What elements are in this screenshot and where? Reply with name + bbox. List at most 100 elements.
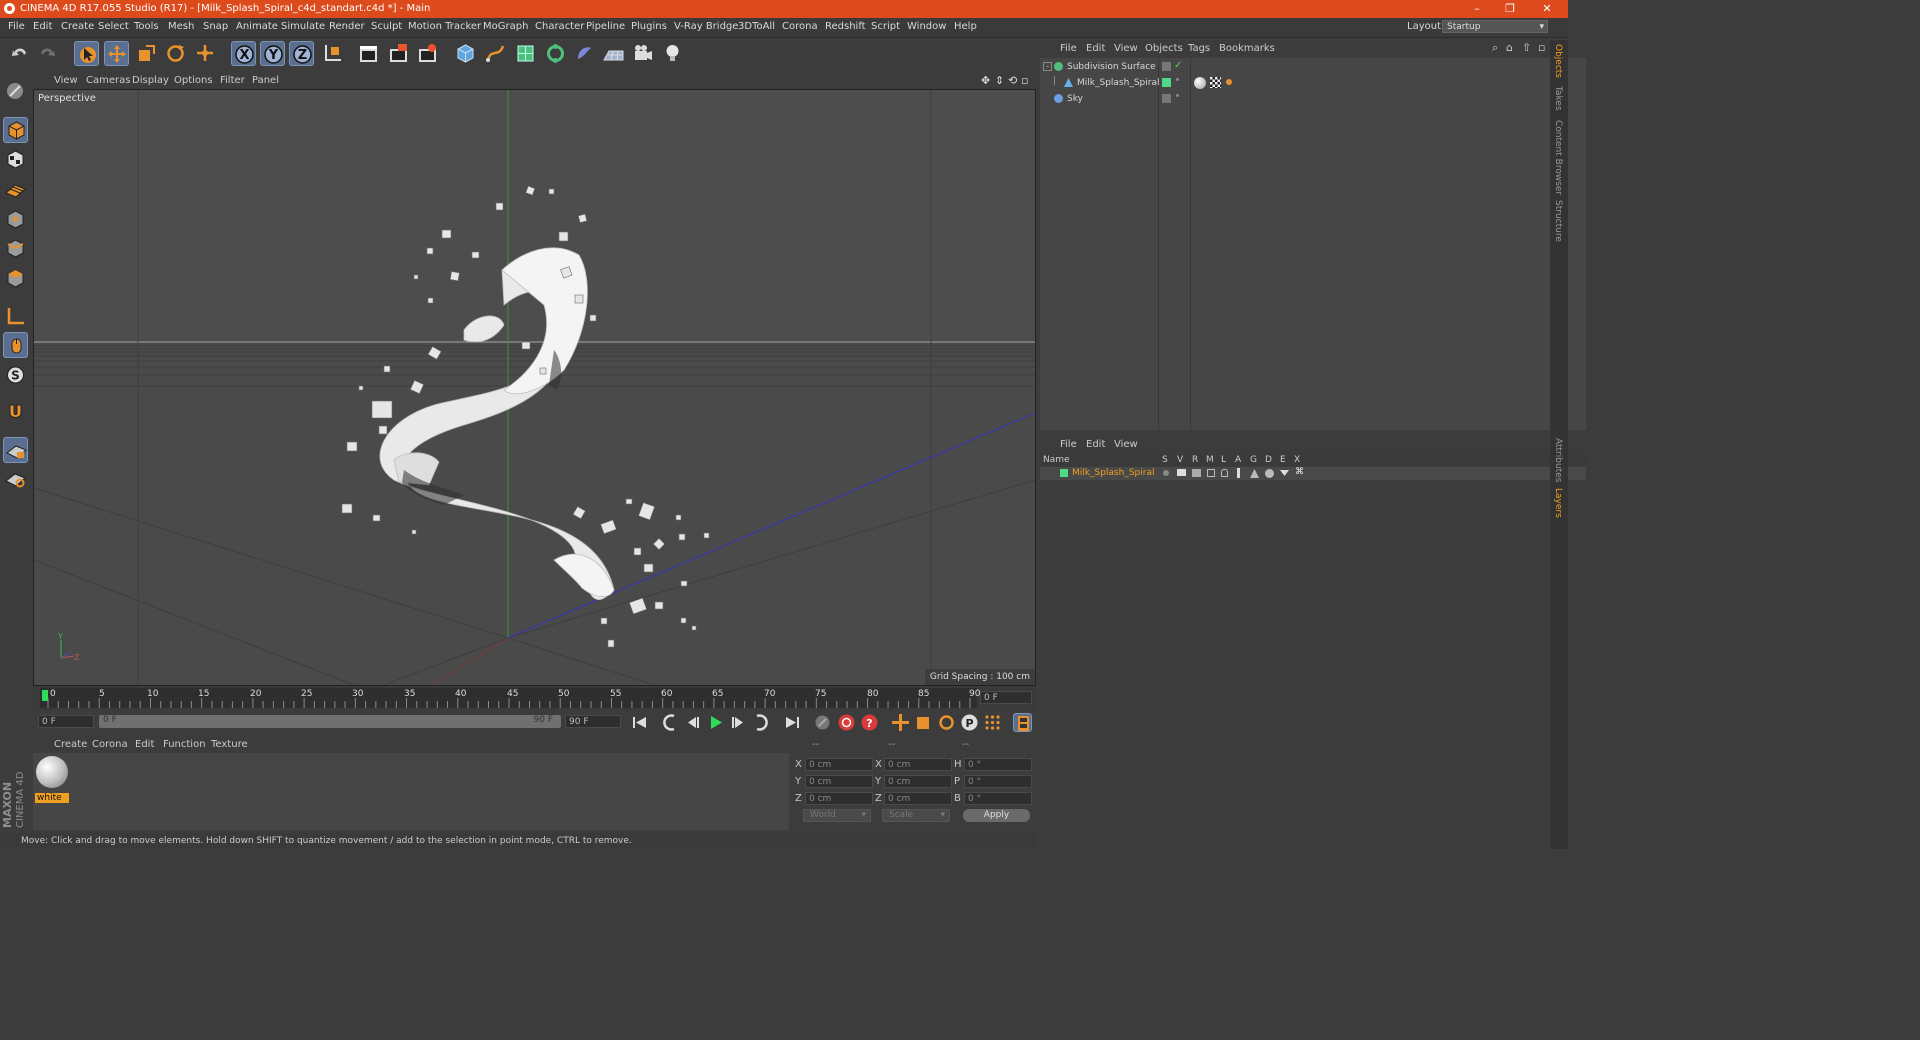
material-white[interactable]: white xyxy=(35,755,69,803)
material-menu-texture[interactable]: Texture xyxy=(211,739,248,750)
playhead[interactable] xyxy=(42,690,48,701)
add-camera-button[interactable] xyxy=(631,41,656,66)
viewport-menu-filter[interactable]: Filter xyxy=(220,75,245,86)
position-x-field[interactable]: 0 cm xyxy=(805,758,873,771)
layer-menu-file[interactable]: File xyxy=(1060,439,1077,450)
key-scale-button[interactable] xyxy=(914,713,933,732)
object-list[interactable]: – Subdivision Surface ✓ Milk_Splash_Spir… xyxy=(1040,58,1586,430)
tab-structure[interactable]: Structure xyxy=(1553,200,1563,242)
workplane-mode-button[interactable] xyxy=(3,176,28,202)
frame-range-slider[interactable]: 0 F 90 F xyxy=(99,715,561,728)
x-axis-toggle[interactable]: X xyxy=(231,41,256,66)
minimize-button[interactable]: – xyxy=(1462,1,1492,17)
column-locked[interactable]: L xyxy=(1221,455,1226,465)
material-menu-corona[interactable]: Corona xyxy=(92,739,128,750)
solo-icon[interactable] xyxy=(1163,470,1169,476)
layout-select[interactable]: Startup ▾ xyxy=(1442,20,1548,33)
menu-corona[interactable]: Corona xyxy=(782,21,818,32)
close-button[interactable]: ✕ xyxy=(1532,1,1562,17)
menu-mesh[interactable]: Mesh xyxy=(168,21,194,32)
rotation-p-field[interactable]: 0 ° xyxy=(964,775,1032,788)
add-light-button[interactable] xyxy=(660,41,685,66)
timeline-ruler[interactable]: 0 5 10 15 20 25 30 35 40 45 50 55 60 65 … xyxy=(40,688,980,708)
next-key-button[interactable] xyxy=(752,713,771,732)
snap-button[interactable]: S xyxy=(3,362,28,388)
deformer-icon[interactable] xyxy=(1265,469,1274,478)
size-y-field[interactable]: 0 cm xyxy=(884,775,952,788)
transform-tool-button[interactable] xyxy=(193,41,218,66)
layer-menu-view[interactable]: View xyxy=(1114,439,1138,450)
menu-plugins[interactable]: Plugins xyxy=(631,21,667,32)
scale-tool-button[interactable] xyxy=(134,41,159,66)
locked-workplane-button[interactable] xyxy=(3,437,28,463)
viewport-menu-cameras[interactable]: Cameras xyxy=(86,75,130,86)
timeline-window-button[interactable] xyxy=(1013,713,1032,732)
material-manager[interactable]: white xyxy=(33,753,789,830)
tab-content-browser[interactable]: Content Browser xyxy=(1553,120,1563,195)
rotate-view-icon[interactable]: ⟲ xyxy=(1008,74,1017,87)
tab-objects[interactable]: Objects xyxy=(1553,44,1563,78)
column-render[interactable]: R xyxy=(1192,455,1198,465)
menu-3dtoall[interactable]: 3DToAll xyxy=(738,21,775,32)
menu-mograph[interactable]: MoGraph xyxy=(483,21,528,32)
object-row-subdivision[interactable]: – Subdivision Surface ✓ xyxy=(1040,60,1586,76)
menu-create[interactable]: Create xyxy=(61,21,94,32)
add-floor-button[interactable] xyxy=(601,41,626,66)
end-frame-field[interactable]: 90 F xyxy=(565,715,621,728)
coordinate-system-button[interactable] xyxy=(320,41,345,66)
select-cursor-button[interactable] xyxy=(74,41,99,66)
menu-sculpt[interactable]: Sculpt xyxy=(371,21,402,32)
column-animation[interactable]: A xyxy=(1235,455,1241,465)
column-solo[interactable]: S xyxy=(1162,455,1168,465)
add-deformer-button[interactable] xyxy=(572,41,597,66)
maximize-view-icon[interactable]: ▫ xyxy=(1021,74,1028,87)
menu-character[interactable]: Character xyxy=(535,21,584,32)
layer-row[interactable]: Milk_Splash_Spiral ⌘ xyxy=(1040,467,1586,480)
search-icon[interactable]: ⌕ xyxy=(1492,41,1498,55)
render-settings-button[interactable] xyxy=(415,41,440,66)
maximize-icon[interactable]: ▫ xyxy=(1538,41,1545,54)
material-menu-edit[interactable]: Edit xyxy=(135,739,154,750)
rotate-tool-button[interactable] xyxy=(163,41,188,66)
menu-tools[interactable]: Tools xyxy=(134,21,159,32)
rotation-b-field[interactable]: 0 ° xyxy=(964,792,1032,805)
manager-icon[interactable] xyxy=(1207,469,1215,477)
object-row-milk-splash[interactable]: Milk_Splash_Spiral xyxy=(1040,76,1586,92)
previous-key-button[interactable] xyxy=(660,713,679,732)
key-parameter-button[interactable]: P xyxy=(960,713,979,732)
zoom-view-icon[interactable]: ⇕ xyxy=(995,74,1004,87)
layer-color-swatch[interactable] xyxy=(1060,469,1068,477)
perspective-viewport[interactable]: Y Z Perspective Grid Spacing : 100 cm xyxy=(33,89,1036,686)
object-menu-edit[interactable]: Edit xyxy=(1086,43,1105,54)
menu-motion-tracker[interactable]: Motion Tracker xyxy=(408,21,481,32)
key-position-button[interactable] xyxy=(891,713,910,732)
lock-icon[interactable] xyxy=(1221,469,1228,477)
column-view[interactable]: V xyxy=(1177,455,1183,465)
material-menu-create[interactable]: Create xyxy=(54,739,87,750)
polygons-mode-button[interactable] xyxy=(3,266,28,292)
menu-help[interactable]: Help xyxy=(954,21,977,32)
key-pla-button[interactable] xyxy=(983,713,1002,732)
position-z-field[interactable]: 0 cm xyxy=(805,792,873,805)
object-row-sky[interactable]: Sky xyxy=(1040,92,1586,108)
render-picture-viewer-button[interactable] xyxy=(386,41,411,66)
render-icon[interactable] xyxy=(1192,469,1201,477)
auto-keying-button[interactable] xyxy=(837,713,856,732)
column-deformers[interactable]: D xyxy=(1265,455,1272,465)
add-cube-button[interactable] xyxy=(453,41,478,66)
y-axis-toggle[interactable]: Y xyxy=(260,41,285,66)
animation-icon[interactable] xyxy=(1237,468,1240,478)
tab-takes[interactable]: Takes xyxy=(1553,86,1563,111)
timeline[interactable]: 0 5 10 15 20 25 30 35 40 45 50 55 60 65 … xyxy=(33,686,1036,710)
texture-tag-icon[interactable] xyxy=(1210,77,1221,88)
render-view-button[interactable] xyxy=(356,41,381,66)
keyframe-selection-button[interactable]: ? xyxy=(860,713,879,732)
restore-button[interactable]: ❐ xyxy=(1495,1,1525,17)
play-button[interactable] xyxy=(706,713,725,732)
menu-script[interactable]: Script xyxy=(871,21,900,32)
move-tool-button[interactable] xyxy=(104,41,129,66)
viewport-menu-panel[interactable]: Panel xyxy=(252,75,279,86)
column-manager[interactable]: M xyxy=(1206,455,1214,465)
viewport-menu-options[interactable]: Options xyxy=(174,75,213,86)
column-expressions[interactable]: E xyxy=(1280,455,1286,465)
